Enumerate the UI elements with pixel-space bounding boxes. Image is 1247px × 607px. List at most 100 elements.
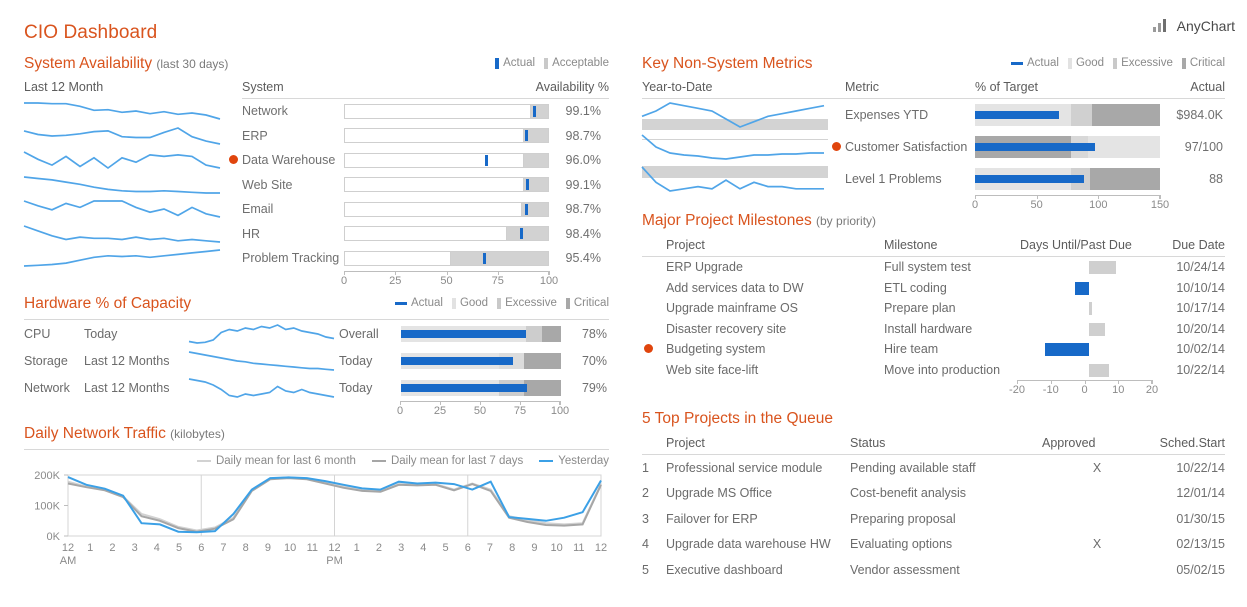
panel-milestones: Major Project Milestones (by priority) P… bbox=[642, 212, 1225, 396]
axis-tick-label: 10 bbox=[1112, 384, 1125, 396]
project-status: Cost-benefit analysis bbox=[850, 486, 967, 501]
legend-swatch-excessive bbox=[1113, 57, 1118, 69]
table-row[interactable]: Web Site 99.1% bbox=[23, 173, 609, 198]
qualitative-band bbox=[1089, 168, 1160, 190]
table-row[interactable]: Upgrade mainframe OS Prepare plan 10/17/14 bbox=[642, 298, 1225, 319]
svg-text:9: 9 bbox=[531, 542, 537, 554]
days-bar bbox=[1088, 363, 1109, 377]
table-row[interactable]: HR 98.4% bbox=[23, 222, 609, 247]
network-traffic-title: Daily Network Traffic (kilobytes) bbox=[24, 425, 225, 442]
actual-marker bbox=[525, 130, 529, 142]
acceptable-range bbox=[345, 227, 508, 241]
approved-flag: X bbox=[1092, 460, 1102, 475]
network-traffic-legend: Daily mean for last 6 month Daily mean fo… bbox=[24, 455, 609, 467]
due-date: 10/17/14 bbox=[1176, 301, 1225, 316]
table-row[interactable]: Data Warehouse 96.0% bbox=[23, 148, 609, 173]
col-header-target: % of Target bbox=[975, 80, 1039, 94]
acceptable-range bbox=[345, 104, 531, 118]
panel-hardware: Hardware % of Capacity Actual Good Exces… bbox=[24, 295, 609, 417]
table-row[interactable]: Web site face-lift Move into production 10… bbox=[642, 360, 1225, 381]
axis-tick-label: 150 bbox=[1150, 199, 1170, 211]
bullet-chart bbox=[344, 152, 549, 168]
system-availability-axis: 0 25 50 75 100 bbox=[341, 270, 558, 287]
table-row[interactable]: 5 Executive dashboard Vendor assessment 05/… bbox=[642, 557, 1225, 583]
row-number: 2 bbox=[642, 486, 649, 501]
bullet-chart bbox=[401, 325, 561, 342]
sparkline bbox=[641, 100, 828, 130]
svg-text:7: 7 bbox=[487, 542, 493, 554]
days-bar bbox=[1088, 261, 1116, 275]
acceptable-range bbox=[345, 251, 451, 265]
milestone-name: Full system test bbox=[884, 260, 971, 275]
sparkline bbox=[641, 132, 828, 162]
table-row[interactable]: Email 98.7% bbox=[23, 197, 609, 222]
scheduled-start: 05/02/15 bbox=[1176, 562, 1225, 577]
row-number: 1 bbox=[642, 460, 649, 475]
alert-dot-icon bbox=[644, 344, 653, 354]
actual-marker bbox=[484, 154, 488, 166]
axis-tick-label: 0 bbox=[396, 405, 404, 417]
scheduled-start: 02/13/15 bbox=[1176, 537, 1225, 552]
col-header-actual: Actual bbox=[1190, 80, 1225, 94]
table-row[interactable]: Expenses YTD $984.0K bbox=[641, 99, 1225, 131]
due-date: 10/24/14 bbox=[1176, 260, 1225, 275]
resource-name: Storage bbox=[24, 353, 68, 368]
svg-text:AM: AM bbox=[60, 555, 77, 567]
table-row[interactable]: Add services data to DW ETL coding 10/10/1… bbox=[642, 278, 1225, 299]
panel-system-availability: System Availability (last 30 days) Actua… bbox=[23, 55, 609, 287]
metric-name: Customer Satisfaction bbox=[845, 140, 968, 154]
queue-title: 5 Top Projects in the Queue bbox=[642, 410, 834, 427]
days-bar-chart bbox=[1021, 362, 1156, 378]
actual-bar bbox=[975, 175, 1084, 183]
bullet-chart bbox=[344, 103, 549, 119]
bullet-chart bbox=[344, 250, 549, 266]
sparkline bbox=[23, 247, 224, 269]
table-row[interactable]: Customer Satisfaction 97/100 bbox=[641, 131, 1225, 163]
legend-swatch bbox=[539, 460, 554, 462]
svg-text:2: 2 bbox=[376, 542, 382, 554]
brand-name: AnyChart bbox=[1176, 18, 1235, 34]
qualitative-band bbox=[525, 325, 542, 342]
table-row[interactable]: 4 Upgrade data warehouse HW Evaluating opt… bbox=[642, 532, 1225, 558]
table-row[interactable]: Budgeting system Hire team 10/02/14 bbox=[642, 339, 1225, 360]
table-row[interactable]: 3 Failover for ERP Preparing proposal 01/30… bbox=[642, 506, 1225, 532]
network-traffic-chart: 200K 100K 0K 12 1 2 3 4 5 6 7 8 9 10 11 12 1 2 3 4 5 6 7 8 9 10 11… bbox=[24, 469, 609, 574]
actual-marker bbox=[520, 228, 524, 240]
actual-value: $984.0K bbox=[1176, 108, 1223, 122]
legend-swatch-critical bbox=[1181, 57, 1186, 69]
table-row[interactable]: ERP Upgrade Full system test 10/24/14 bbox=[642, 257, 1225, 278]
svg-text:7: 7 bbox=[220, 542, 226, 554]
table-row[interactable]: 2 Upgrade MS Office Cost-benefit analysis 1… bbox=[642, 481, 1225, 507]
scope-label: Today bbox=[339, 380, 373, 395]
hardware-rows: CPU Today Overall 78% Storage Last 12 Months T… bbox=[24, 320, 609, 401]
metric-name: Level 1 Problems bbox=[845, 172, 942, 186]
axis-tick-label: 75 bbox=[491, 274, 504, 287]
table-row[interactable]: Disaster recovery site Install hardware 10… bbox=[642, 319, 1225, 340]
table-row[interactable]: CPU Today Overall 78% bbox=[24, 320, 609, 347]
milestones-rows: ERP Upgrade Full system test 10/24/14 Add s… bbox=[642, 257, 1225, 380]
row-number: 5 bbox=[642, 562, 649, 577]
table-row[interactable]: 1 Professional service module Pending avai… bbox=[642, 455, 1225, 481]
qualitative-band bbox=[1088, 136, 1160, 158]
bullet-chart bbox=[975, 136, 1160, 158]
axis-tick-label: 25 bbox=[433, 405, 447, 417]
days-bar bbox=[1044, 343, 1089, 357]
table-row[interactable]: Level 1 Problems 88 bbox=[641, 163, 1225, 195]
table-row[interactable]: Network 99.1% bbox=[24, 99, 609, 124]
table-row[interactable]: ERP 98.7% bbox=[23, 124, 609, 149]
milestone-name: Install hardware bbox=[884, 321, 973, 336]
axis-tick-label: -20 bbox=[1009, 384, 1025, 396]
bar-chart-icon bbox=[1149, 18, 1169, 34]
sparkline bbox=[188, 322, 339, 346]
axis-tick-label: 50 bbox=[440, 274, 453, 287]
due-date: 10/22/14 bbox=[1176, 362, 1225, 377]
legend-swatch-good bbox=[451, 297, 456, 309]
legend-swatch-actual bbox=[394, 301, 407, 305]
period-label: Today bbox=[84, 326, 118, 341]
legend-label: Yesterday bbox=[558, 455, 609, 467]
resource-name: Network bbox=[24, 380, 70, 395]
table-row[interactable]: Problem Tracking 95.4% bbox=[23, 246, 609, 271]
svg-text:12: 12 bbox=[62, 542, 74, 554]
table-row[interactable]: Storage Last 12 Months Today 70% bbox=[24, 347, 609, 374]
table-row[interactable]: Network Last 12 Months Today 79% bbox=[24, 374, 609, 401]
